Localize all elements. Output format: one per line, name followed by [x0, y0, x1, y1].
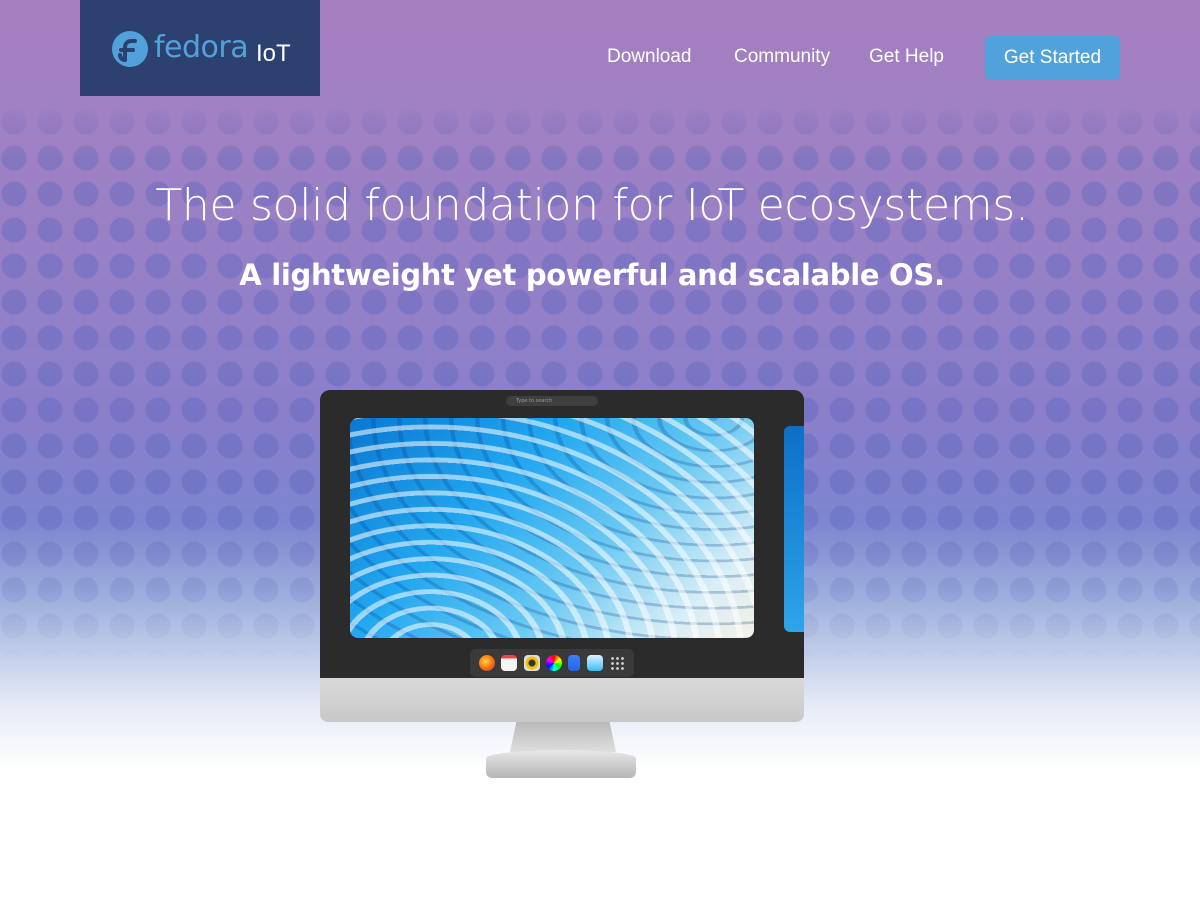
logo-wordmark: fedora [154, 30, 249, 65]
fedora-logo-icon [112, 31, 148, 67]
monitor-chin [320, 678, 804, 722]
monitor-neck [510, 722, 616, 752]
product-name: IoT [256, 40, 291, 67]
calendar-icon [501, 655, 518, 671]
workspace-preview [784, 426, 804, 632]
nav-get-help[interactable]: Get Help [869, 46, 944, 68]
monitor-stand [486, 750, 636, 778]
monitor-screen: Type to search [320, 390, 804, 680]
hero-subhead: A lightweight yet powerful and scalable … [239, 258, 945, 292]
software-icon [545, 655, 562, 671]
files-icon [568, 655, 581, 671]
desktop-dock [470, 649, 634, 677]
hero-headline: The solid foundation for IoT ecosystems. [155, 180, 1029, 231]
nav-download[interactable]: Download [607, 46, 692, 68]
desktop-search-bar: Type to search [506, 396, 598, 406]
monitor-illustration: Type to search [320, 390, 804, 780]
store-icon [586, 655, 603, 671]
nav-community[interactable]: Community [734, 46, 830, 68]
app-grid-icon [608, 655, 625, 671]
desktop-wallpaper [350, 418, 754, 638]
settings-icon [523, 655, 540, 671]
firefox-icon [479, 655, 496, 671]
brand-logo-link[interactable]: fedora IoT [80, 0, 320, 96]
get-started-button[interactable]: Get Started [985, 36, 1120, 80]
